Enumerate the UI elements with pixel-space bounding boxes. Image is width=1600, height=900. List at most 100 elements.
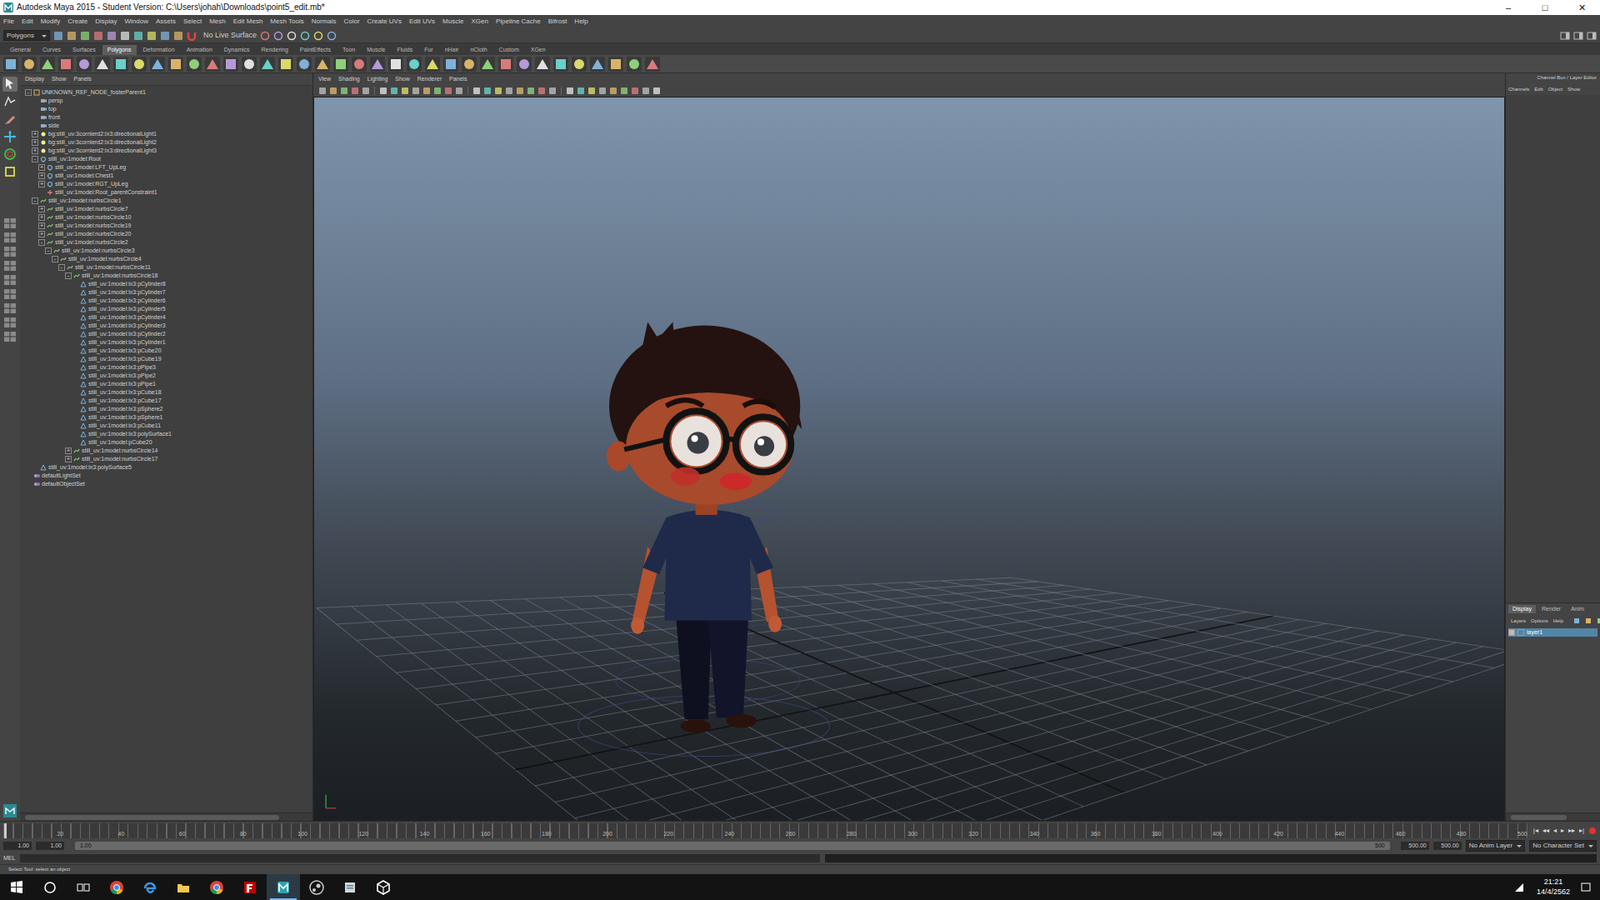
menu-item[interactable]: Help — [574, 17, 588, 25]
character-model[interactable] — [578, 322, 830, 757]
status-tool-icon[interactable] — [273, 30, 284, 41]
outliner-item[interactable]: still_uv:1model:lx3:pSphere1 — [20, 413, 313, 422]
outliner-item[interactable]: +still_uv:1model:nurbsCircle17 — [20, 455, 313, 464]
viewport-menu-item[interactable]: Lighting — [367, 75, 389, 83]
expand-toggle[interactable]: - — [31, 197, 39, 205]
viewport-tool-icon[interactable] — [422, 86, 431, 95]
menu-item[interactable]: XGen — [470, 17, 488, 25]
outliner-item[interactable]: +still_uv:1model:nurbsCircle7 — [20, 205, 313, 214]
viewport-tool-icon[interactable] — [620, 86, 629, 95]
outliner-item[interactable]: still_uv:1model:lx3:polySurface5 — [20, 463, 313, 472]
status-tool-icon[interactable] — [160, 30, 170, 41]
viewport-tool-icon[interactable] — [361, 86, 370, 95]
status-tool-icon[interactable] — [313, 30, 324, 41]
playback-button[interactable]: ◂◂ — [1542, 826, 1550, 835]
status-tool-icon[interactable] — [53, 30, 64, 41]
shelf-tab[interactable]: nHair — [440, 45, 465, 55]
viewport-tool-icon[interactable] — [379, 86, 388, 95]
explorer-icon[interactable] — [166, 874, 200, 900]
viewport-tool-icon[interactable] — [548, 86, 557, 95]
steam-icon[interactable] — [300, 874, 334, 900]
expand-toggle[interactable]: + — [31, 130, 39, 138]
outliner-item[interactable]: still_uv:1model:lx3:pPipe3 — [20, 363, 313, 372]
shelf-tool-icon[interactable] — [645, 56, 660, 72]
outliner-menu-item[interactable]: Panels — [73, 75, 91, 83]
viewport-menu-item[interactable]: Shading — [338, 75, 360, 83]
shelf-tab[interactable]: Fur — [419, 45, 439, 55]
shelf-tool-icon[interactable] — [608, 56, 624, 72]
viewport-tool-icon[interactable] — [433, 86, 442, 95]
outliner-item[interactable]: +bg:still_uv:3cornlerd2:lx3:directionalL… — [20, 146, 313, 155]
menu-item[interactable]: File — [3, 17, 15, 25]
shelf-tool-icon[interactable] — [406, 56, 422, 72]
viewport-tool-icon[interactable] — [494, 86, 503, 95]
viewport-tool-icon[interactable] — [641, 86, 650, 95]
layout-icon[interactable] — [3, 316, 17, 329]
shelf-tool-icon[interactable] — [3, 56, 19, 72]
layout-icon[interactable] — [3, 217, 17, 230]
expand-toggle[interactable]: + — [38, 230, 45, 238]
task-view-icon[interactable] — [66, 874, 100, 900]
menu-item[interactable]: Mesh Tools — [270, 17, 304, 25]
status-tool-icon[interactable] — [133, 30, 144, 41]
expand-toggle[interactable]: + — [31, 139, 39, 146]
outliner-item[interactable]: still_uv:1model:pCube20 — [20, 438, 313, 447]
shelf-tool-icon[interactable] — [461, 56, 477, 72]
menu-item[interactable]: Color — [343, 17, 360, 25]
outliner-item[interactable]: defaultObjectSet — [20, 480, 313, 489]
outliner-item[interactable]: still_uv:1model:lx3:pSphere2 — [20, 405, 313, 414]
mode-dropdown[interactable]: Polygons — [3, 30, 50, 41]
outliner-item[interactable]: still_uv:1model:lx3:pCube20 — [20, 346, 313, 355]
layout-icon[interactable] — [3, 330, 17, 343]
outliner-item[interactable]: still_uv:1model:lx3:pCube17 — [20, 396, 313, 405]
viewport-tool-icon[interactable] — [537, 86, 546, 95]
outliner-item[interactable]: +still_uv:1model:RGT_UpLeg — [20, 180, 313, 189]
maya-icon[interactable] — [266, 874, 300, 900]
unity-icon[interactable] — [366, 874, 400, 900]
viewport-tool-icon[interactable] — [576, 86, 585, 95]
timeline-track[interactable]: 2040608010012014016018020022024026028030… — [3, 823, 1529, 839]
menu-item[interactable]: Window — [125, 17, 149, 25]
panel-toggle-icon[interactable] — [1560, 30, 1570, 41]
shelf-tool-icon[interactable] — [131, 56, 147, 72]
viewport-tool-icon[interactable] — [411, 86, 420, 95]
shelf-tool-icon[interactable] — [443, 56, 459, 72]
shelf-tool-icon[interactable] — [58, 56, 74, 72]
outliner-item[interactable]: still_uv:1model:lx3:pCylinder3 — [20, 321, 313, 330]
channel-box-menu-item[interactable]: Object — [1548, 86, 1563, 93]
menu-item[interactable]: Display — [95, 17, 117, 25]
outliner-menu-item[interactable]: Show — [51, 75, 67, 83]
outliner-item[interactable]: still_uv:1model:lx3:pCylinder8 — [20, 280, 313, 289]
outliner-item[interactable]: still_uv:1model:lx3:pCylinder5 — [20, 305, 313, 314]
shelf-tool-icon[interactable] — [315, 56, 330, 72]
panel-toggle-icon[interactable] — [1586, 30, 1597, 41]
command-language-label[interactable]: MEL — [3, 855, 15, 862]
clock[interactable]: 21:2114/4/2562 — [1530, 877, 1577, 897]
layout-icon[interactable] — [3, 274, 17, 286]
viewport-tool-icon[interactable] — [318, 86, 327, 95]
status-tool-icon[interactable] — [80, 30, 90, 41]
files-icon[interactable] — [333, 874, 367, 900]
viewport-tool-icon[interactable] — [526, 86, 535, 95]
expand-toggle[interactable]: + — [38, 222, 45, 230]
expand-toggle[interactable]: - — [51, 255, 59, 263]
start-time-field[interactable]: 1.00 — [3, 841, 32, 850]
shelf-tab[interactable]: Deformation — [138, 45, 180, 55]
expand-toggle[interactable]: + — [38, 180, 45, 188]
status-tool-icon[interactable] — [93, 30, 104, 41]
shelf-tool-icon[interactable] — [205, 56, 220, 72]
menu-item[interactable]: Edit Mesh — [233, 17, 264, 25]
shelf-tab[interactable]: XGen — [525, 45, 551, 55]
shelf-tab[interactable]: Dynamics — [219, 45, 255, 55]
playback-button[interactable]: ▸| — [1579, 826, 1585, 835]
expand-toggle[interactable]: + — [38, 214, 45, 221]
outliner-item[interactable]: still_uv:1model:lx3:polySurface1 — [20, 430, 313, 439]
viewport-tool-icon[interactable] — [483, 86, 492, 95]
edge-icon[interactable] — [133, 874, 167, 900]
outliner-item[interactable]: persp — [20, 96, 313, 105]
viewport-tool-icon[interactable] — [630, 86, 640, 95]
outliner-item[interactable]: still_uv:1model:Root_parentConstraint1 — [20, 188, 313, 197]
shelf-tool-icon[interactable] — [113, 56, 129, 72]
shelf-tab[interactable]: Fluids — [391, 45, 418, 55]
expand-toggle[interactable]: - — [65, 272, 72, 280]
